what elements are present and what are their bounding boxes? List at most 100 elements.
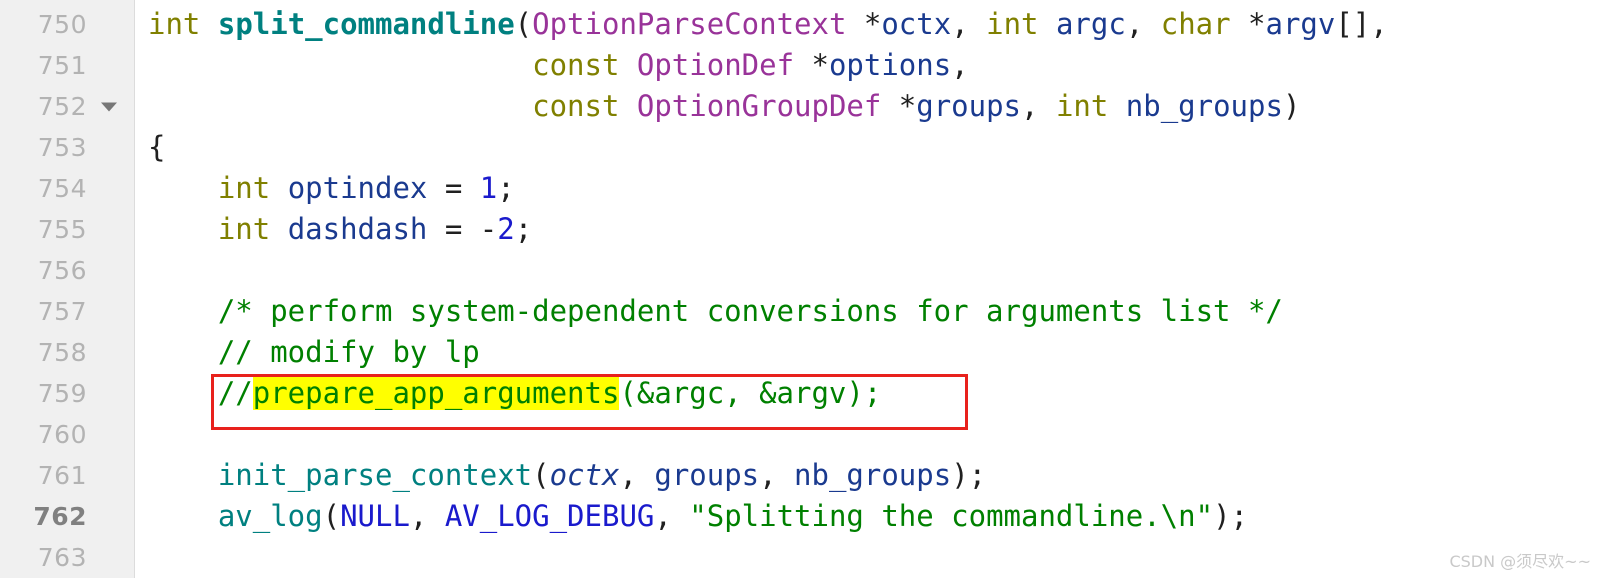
code-token: //	[217, 376, 253, 410]
code-token: int	[217, 212, 271, 246]
code-token: -	[479, 212, 498, 246]
watermark-label: CSDN @须尽欢~~	[1449, 552, 1591, 571]
code-token: *	[1230, 7, 1266, 41]
code-token: "Splitting the commandline.\n"	[689, 499, 1214, 533]
code-token: init_parse_context	[217, 458, 533, 492]
gutter-row[interactable]: 755	[0, 209, 135, 250]
code-token: ,	[1021, 89, 1056, 123]
code-token: *	[794, 48, 829, 82]
line-number: 763	[37, 543, 87, 572]
gutter-row[interactable]: 762	[0, 496, 135, 537]
code-token: *	[846, 7, 882, 41]
code-token: NULL	[340, 499, 410, 533]
code-line[interactable]: // modify by lp	[148, 332, 480, 373]
code-token: (&argc, &argv);	[619, 376, 882, 410]
line-number: 751	[37, 51, 87, 80]
gutter-row[interactable]: 759	[0, 373, 135, 414]
code-token: ,	[951, 7, 987, 41]
code-line[interactable]: /* perform system-dependent conversions …	[148, 291, 1283, 332]
code-token: split_commandline	[217, 7, 515, 41]
gutter-row[interactable]: 750	[0, 4, 135, 45]
code-token: OptionDef	[636, 48, 795, 82]
code-token: );	[951, 458, 987, 492]
gutter-row[interactable]: 756	[0, 250, 135, 291]
code-line[interactable]: int optindex = 1;	[148, 168, 515, 209]
code-token: const	[532, 89, 620, 123]
code-token: );	[1213, 499, 1248, 533]
gutter-row[interactable]: 757	[0, 291, 135, 332]
gutter-row[interactable]: 760	[0, 414, 135, 455]
code-token: options	[828, 48, 952, 82]
gutter-row[interactable]: 758	[0, 332, 135, 373]
code-line[interactable]: int split_commandline(OptionParseContext…	[148, 4, 1388, 45]
gutter-row[interactable]: 752	[0, 86, 135, 127]
code-token: const	[532, 48, 620, 82]
line-number: 761	[37, 461, 87, 490]
code-token: octx	[881, 7, 952, 41]
gutter-row[interactable]: 753	[0, 127, 135, 168]
code-token: ,	[1125, 7, 1161, 41]
code-token: nb_groups	[1125, 89, 1283, 123]
line-number-gutter[interactable]: 750 751 752 753 754 755 756 757 758 759 760 761 762 7…	[0, 0, 135, 578]
code-token: =	[427, 171, 480, 205]
gutter-row[interactable]: 761	[0, 455, 135, 496]
code-line[interactable]: int dashdash = -2;	[148, 209, 532, 250]
code-token: ,	[759, 458, 795, 492]
code-token: nb_groups	[794, 458, 952, 492]
code-line[interactable]: //prepare_app_arguments(&argc, &argv);	[148, 373, 881, 414]
code-line[interactable]: const OptionGroupDef *groups, int nb_gro…	[148, 86, 1300, 127]
code-token: {	[148, 130, 166, 164]
code-token: (	[514, 7, 533, 41]
code-token: char	[1160, 7, 1231, 41]
gutter-row[interactable]: 763	[0, 537, 135, 578]
gutter-row[interactable]: 751	[0, 45, 135, 86]
code-token: [],	[1335, 7, 1388, 41]
line-number: 750	[37, 10, 87, 39]
code-token: dashdash	[287, 212, 428, 246]
code-token: av_log	[217, 499, 323, 533]
code-line[interactable]: av_log(NULL, AV_LOG_DEBUG, "Splitting th…	[148, 496, 1248, 537]
code-token: ;	[514, 212, 533, 246]
code-token: groups	[654, 458, 760, 492]
code-token: ,	[409, 499, 445, 533]
code-line[interactable]: init_parse_context(octx, groups, nb_grou…	[148, 455, 986, 496]
code-token: )	[1282, 89, 1301, 123]
chevron-down-icon[interactable]	[101, 102, 117, 111]
line-number: 762	[33, 502, 87, 531]
code-token: // modify by lp	[217, 335, 480, 369]
line-number: 758	[37, 338, 87, 367]
line-number: 760	[37, 420, 87, 449]
code-token: 2	[497, 212, 515, 246]
gutter-row[interactable]: 754	[0, 168, 135, 209]
code-token: prepare_app_arguments	[252, 376, 620, 410]
code-line[interactable]: {	[148, 127, 165, 168]
code-token: OptionGroupDef	[636, 89, 882, 123]
code-token: int	[217, 171, 271, 205]
code-token: argc	[1055, 7, 1126, 41]
code-token: 1	[479, 171, 498, 205]
code-token: ,	[951, 48, 969, 82]
line-number: 756	[37, 256, 87, 285]
code-token: groups	[916, 89, 1022, 123]
code-line[interactable]: const OptionDef *options,	[148, 45, 969, 86]
line-number: 759	[37, 379, 87, 408]
code-token: =	[427, 212, 480, 246]
code-token: ,	[619, 458, 655, 492]
code-token: (	[322, 499, 341, 533]
code-content-area[interactable]: int split_commandline(OptionParseContext…	[148, 0, 1601, 578]
code-token: int	[1055, 89, 1109, 123]
code-editor[interactable]: 750 751 752 753 754 755 756 757 758 759 760 761 762 7…	[0, 0, 1601, 578]
code-token: argv	[1265, 7, 1336, 41]
code-token: optindex	[287, 171, 428, 205]
code-token: (	[532, 458, 550, 492]
